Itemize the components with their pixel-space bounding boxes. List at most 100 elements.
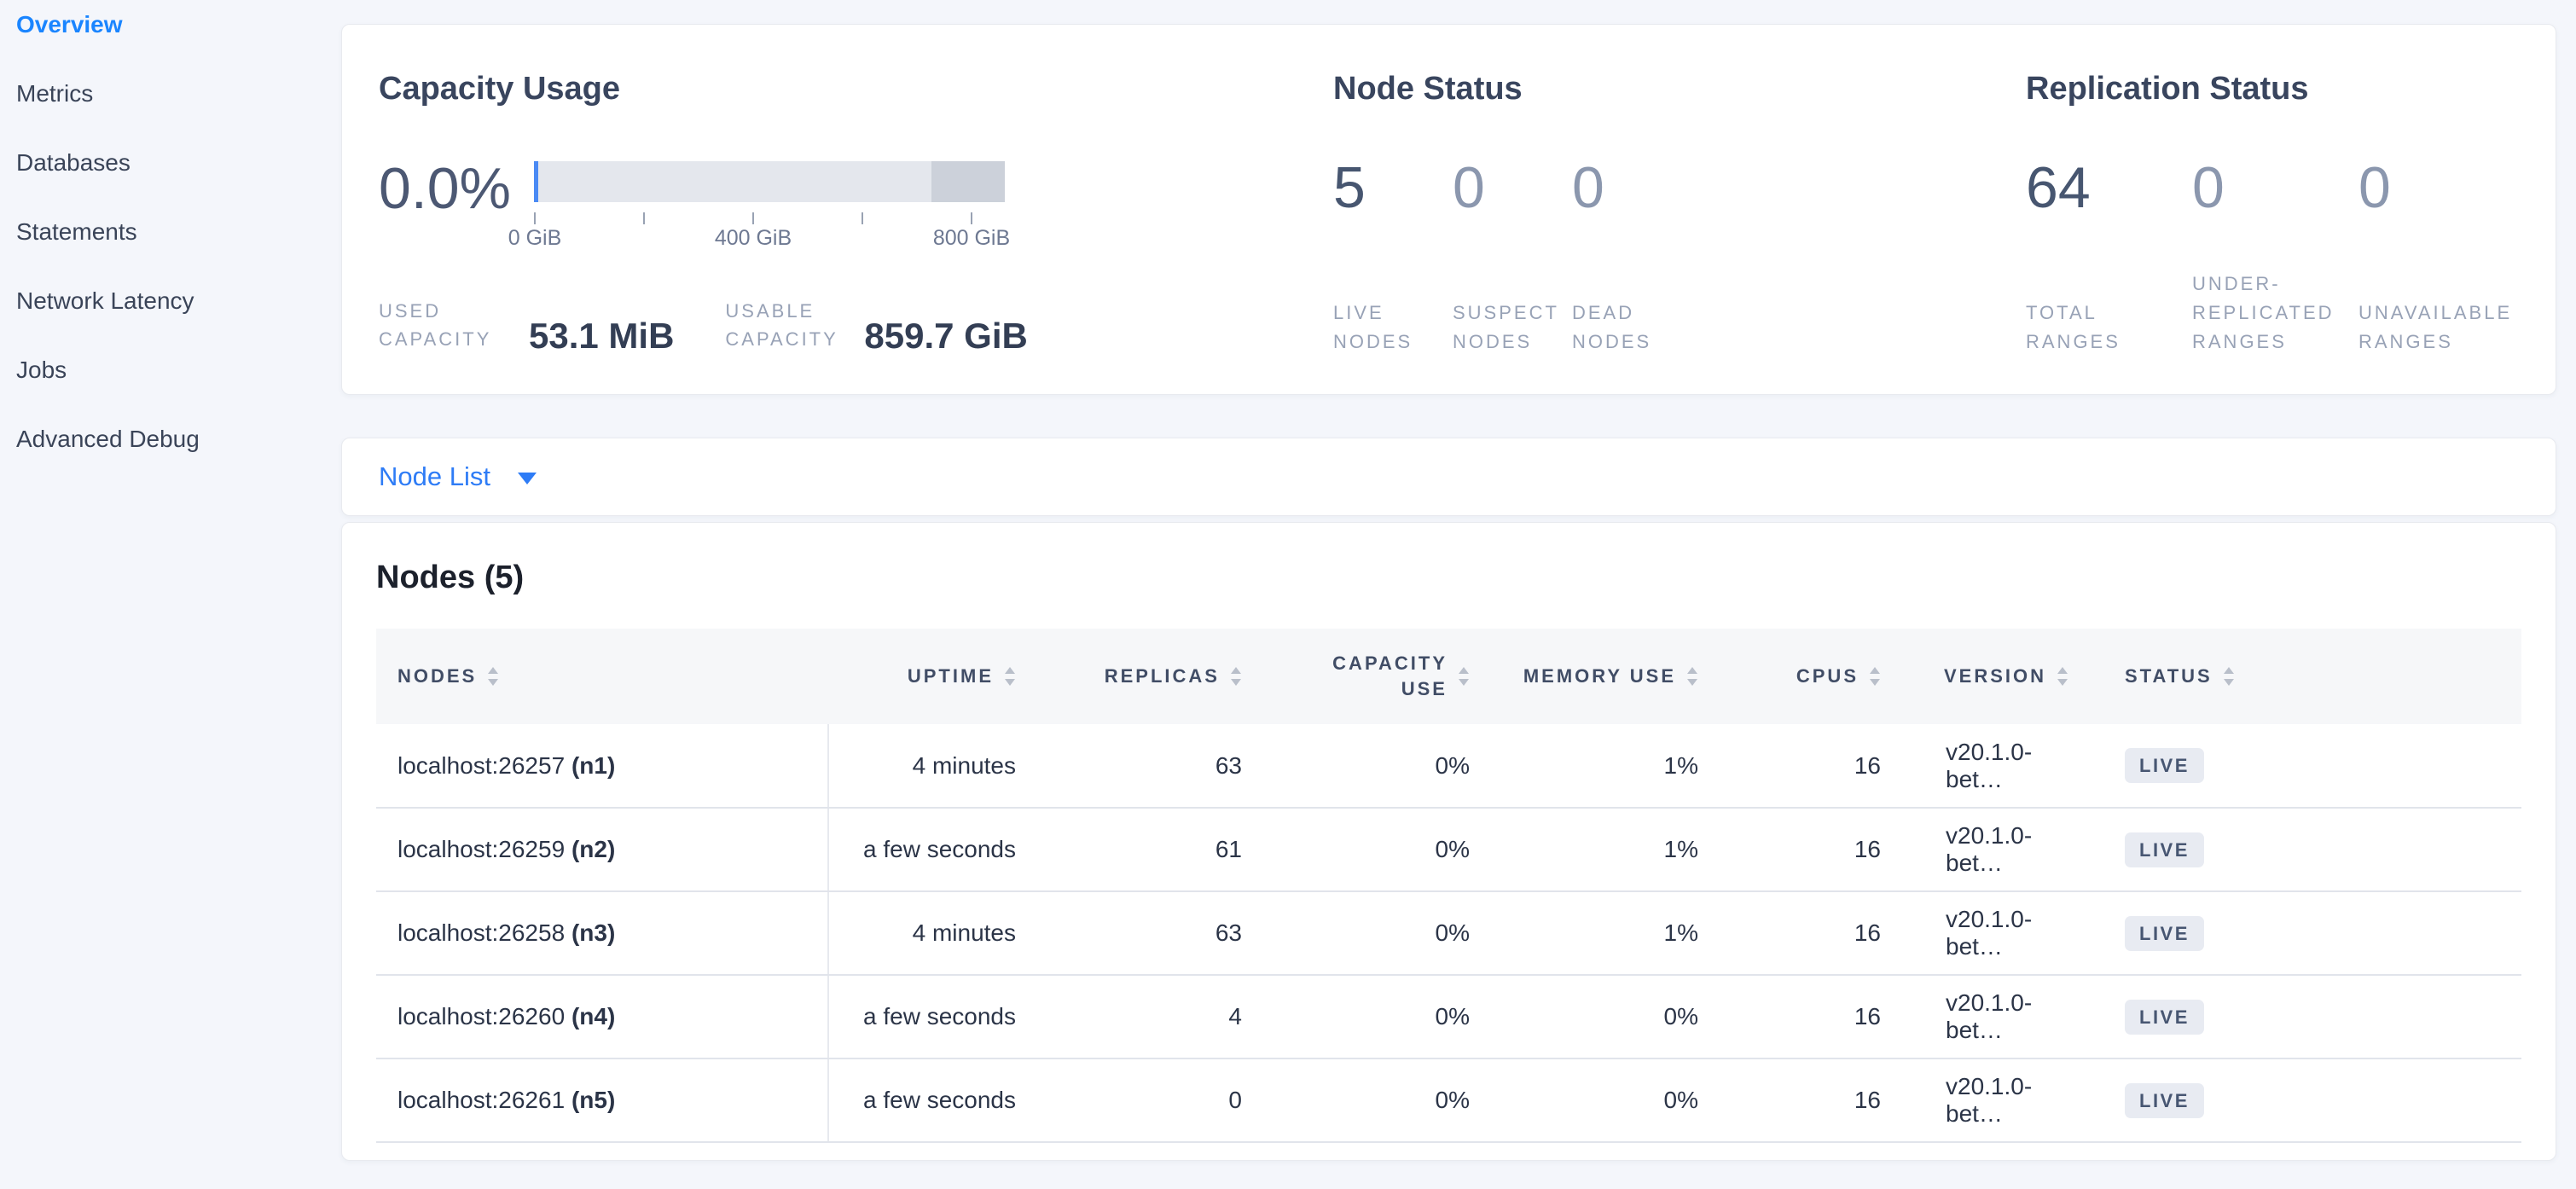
dead-nodes-value: 0 — [1572, 159, 1691, 217]
live-nodes-value: 5 — [1333, 159, 1453, 217]
status-cell: LIVE — [2078, 724, 2521, 808]
sidebar-item-databases[interactable]: Databases — [0, 128, 339, 197]
status-badge: LIVE — [2125, 916, 2204, 951]
version-cell: v20.1.0-bet… — [1899, 975, 2078, 1058]
total-ranges-label: TOTAL RANGES — [2026, 299, 2192, 357]
main-content: Capacity Usage 0.0% 0 GiB 400 GiB 800 Gi… — [339, 0, 2576, 1189]
node-address-cell[interactable]: localhost:26260 (n4) — [376, 975, 828, 1058]
status-cell: LIVE — [2078, 891, 2521, 975]
node-id: (n1) — [571, 752, 615, 779]
capacity-axis-ticks — [534, 202, 1005, 224]
node-id: (n4) — [571, 1003, 615, 1030]
status-cell: LIVE — [2078, 808, 2521, 891]
replicas-cell: 63 — [1033, 891, 1259, 975]
version-cell: v20.1.0-bet… — [1899, 808, 2078, 891]
sort-header-memory-use[interactable]: MEMORY USE — [1489, 629, 1724, 724]
column-label-uptime: UPTIME — [908, 664, 994, 689]
sidebar-item-overview[interactable]: Overview — [0, 0, 339, 59]
sort-arrows-icon — [1004, 667, 1016, 686]
sidebar: Overview Metrics Databases Statements Ne… — [0, 0, 339, 1189]
sidebar-item-jobs[interactable]: Jobs — [0, 335, 339, 404]
node-address-cell[interactable]: localhost:26257 (n1) — [376, 724, 828, 808]
sort-header-version[interactable]: VERSION — [1899, 629, 2078, 724]
suspect-nodes-value: 0 — [1453, 159, 1572, 217]
node-row-n4: localhost:26260 (n4) a few seconds 4 0% … — [376, 975, 2521, 1058]
replicas-cell: 61 — [1033, 808, 1259, 891]
sort-arrows-icon — [1230, 667, 1242, 686]
capacity-usage-section: Capacity Usage 0.0% 0 GiB 400 GiB 800 Gi… — [342, 25, 1332, 394]
dead-nodes-label: DEAD NODES — [1572, 299, 1691, 357]
sidebar-item-network-latency[interactable]: Network Latency — [0, 266, 339, 335]
column-label-status: STATUS — [2125, 664, 2213, 689]
sort-header-status[interactable]: STATUS — [2078, 629, 2521, 724]
status-badge: LIVE — [2125, 748, 2204, 783]
capacity-use-cell: 0% — [1259, 808, 1489, 891]
capacity-bar-used-segment — [534, 161, 538, 202]
uptime-cell: a few seconds — [828, 1058, 1033, 1142]
axis-label-0gib: 0 GiB — [508, 226, 562, 251]
sidebar-nav: Overview Metrics Databases Statements Ne… — [0, 0, 339, 473]
unavailable-ranges-metric: 0 UNAVAILABLE RANGES — [2358, 159, 2525, 357]
sidebar-item-advanced-debug[interactable]: Advanced Debug — [0, 404, 339, 473]
usable-capacity-value: 859.7 GiB — [864, 319, 1027, 353]
node-id: (n2) — [571, 836, 615, 862]
suspect-nodes-label: SUSPECT NODES — [1453, 299, 1572, 357]
node-address-cell[interactable]: localhost:26261 (n5) — [376, 1058, 828, 1142]
uptime-cell: a few seconds — [828, 975, 1033, 1058]
cluster-summary-card: Capacity Usage 0.0% 0 GiB 400 GiB 800 Gi… — [341, 24, 2556, 395]
suspect-nodes-metric: 0 SUSPECT NODES — [1453, 159, 1572, 357]
cpus-cell: 16 — [1724, 975, 1899, 1058]
node-address-cell[interactable]: localhost:26259 (n2) — [376, 808, 828, 891]
unavailable-ranges-label: UNAVAILABLE RANGES — [2358, 299, 2525, 357]
total-ranges-metric: 64 TOTAL RANGES — [2026, 159, 2192, 357]
version-cell: v20.1.0-bet… — [1899, 1058, 2078, 1142]
cpus-cell: 16 — [1724, 724, 1899, 808]
uptime-cell: 4 minutes — [828, 724, 1033, 808]
cpus-cell: 16 — [1724, 891, 1899, 975]
capacity-bar-reserved-segment — [931, 161, 1005, 202]
replication-status-title: Replication Status — [2026, 72, 2556, 105]
node-id: (n3) — [571, 919, 615, 946]
sort-header-uptime[interactable]: UPTIME — [828, 629, 1033, 724]
live-nodes-label: LIVE NODES — [1333, 299, 1453, 357]
node-address: localhost:26261 — [397, 1087, 565, 1113]
memory-use-cell: 1% — [1489, 808, 1724, 891]
nodes-section-title: Nodes (5) — [376, 560, 2521, 594]
capacity-bar-track — [534, 161, 1005, 202]
memory-use-cell: 1% — [1489, 891, 1724, 975]
axis-label-400gib: 400 GiB — [715, 226, 792, 251]
sort-header-replicas[interactable]: REPLICAS — [1033, 629, 1259, 724]
status-badge: LIVE — [2125, 832, 2204, 867]
node-id: (n5) — [571, 1087, 615, 1113]
nodes-table-header-row: NODES UPTIME REPLICAS CAPACITY USE — [376, 629, 2521, 724]
dead-nodes-metric: 0 DEAD NODES — [1572, 159, 1691, 357]
used-capacity-value: 53.1 MiB — [529, 319, 674, 353]
replicas-cell: 4 — [1033, 975, 1259, 1058]
status-cell: LIVE — [2078, 1058, 2521, 1142]
sort-header-cpus[interactable]: CPUS — [1724, 629, 1899, 724]
uptime-cell: a few seconds — [828, 808, 1033, 891]
column-label-capacity-use: CAPACITY USE — [1332, 651, 1448, 702]
unavailable-ranges-value: 0 — [2358, 159, 2525, 217]
capacity-usage-title: Capacity Usage — [379, 72, 1332, 105]
live-nodes-metric: 5 LIVE NODES — [1333, 159, 1453, 357]
node-list-dropdown[interactable]: Node List — [341, 438, 2556, 516]
sidebar-item-metrics[interactable]: Metrics — [0, 59, 339, 128]
sidebar-item-statements[interactable]: Statements — [0, 197, 339, 266]
sort-arrows-icon — [2057, 667, 2068, 686]
sort-header-capacity-use[interactable]: CAPACITY USE — [1259, 629, 1489, 724]
node-list-dropdown-label: Node List — [379, 461, 490, 492]
total-ranges-value: 64 — [2026, 159, 2192, 217]
node-status-section: Node Status 5 LIVE NODES 0 SUSPECT NODES… — [1332, 25, 2024, 394]
cpus-cell: 16 — [1724, 1058, 1899, 1142]
node-address: localhost:26259 — [397, 836, 565, 862]
status-badge: LIVE — [2125, 1000, 2204, 1035]
node-address-cell[interactable]: localhost:26258 (n3) — [376, 891, 828, 975]
memory-use-cell: 0% — [1489, 1058, 1724, 1142]
sort-arrows-icon — [1458, 667, 1470, 686]
sort-header-nodes[interactable]: NODES — [376, 629, 828, 724]
replicas-cell: 63 — [1033, 724, 1259, 808]
capacity-use-cell: 0% — [1259, 724, 1489, 808]
sort-arrows-icon — [1686, 667, 1698, 686]
version-cell: v20.1.0-bet… — [1899, 724, 2078, 808]
